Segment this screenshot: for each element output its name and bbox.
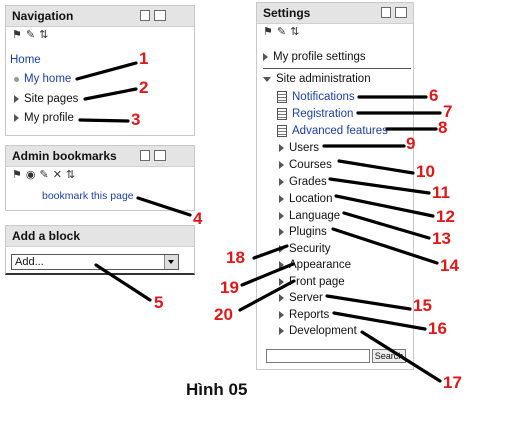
annotation-line-1 xyxy=(75,61,138,81)
annotation-number: 6 xyxy=(429,86,439,105)
annotation-number: 14 xyxy=(440,256,459,275)
annotation-line-18 xyxy=(252,244,289,260)
annotation-number: 19 xyxy=(220,278,239,297)
figure-caption: Hình 05 xyxy=(186,380,248,399)
annotation-number: 18 xyxy=(226,248,245,267)
annotation-line-2 xyxy=(83,87,138,101)
annotation-number: 10 xyxy=(416,162,435,181)
annotation-number: 5 xyxy=(154,293,164,312)
annotation-line-12 xyxy=(334,194,435,218)
annotation-number: 11 xyxy=(432,183,450,202)
annotation-line-4 xyxy=(136,196,192,217)
annotation-line-11 xyxy=(328,177,431,195)
annotation-number: 12 xyxy=(436,207,455,226)
annotation-arrows xyxy=(75,61,442,383)
annotation-number: 17 xyxy=(443,373,462,392)
annotation-line-13 xyxy=(342,211,431,240)
annotation-number: 2 xyxy=(139,78,149,97)
annotation-line-3 xyxy=(78,118,130,123)
annotation-number: 13 xyxy=(432,229,451,248)
annotation-number: 3 xyxy=(131,110,141,129)
annotation-line-5 xyxy=(94,263,152,302)
annotation-line-15 xyxy=(325,294,412,311)
annotation-line-20 xyxy=(238,279,296,312)
annotation-number: 15 xyxy=(413,296,432,315)
annotation-line-10 xyxy=(337,159,415,175)
annotation-line-17 xyxy=(360,330,442,383)
annotation-number: 4 xyxy=(193,209,203,228)
annotation-line-19 xyxy=(240,262,295,287)
annotation-number: 8 xyxy=(438,118,448,137)
annotation-number: 9 xyxy=(406,134,416,153)
annotation-number: 1 xyxy=(139,49,149,68)
annotation-line-16 xyxy=(332,311,427,331)
annotation-number: 16 xyxy=(428,319,447,338)
annotation-number: 20 xyxy=(214,305,233,324)
